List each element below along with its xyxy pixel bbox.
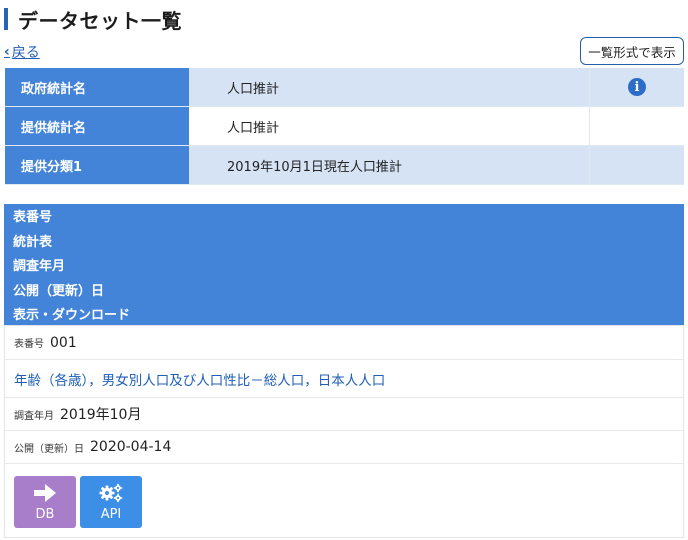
gears-icon xyxy=(98,482,124,504)
info-row-category: 提供分類1 2019年10月1日現在人口推計 xyxy=(5,146,684,185)
info-row-value: 2019年10月1日現在人口推計 xyxy=(189,146,589,184)
chevron-left-icon: ‹ xyxy=(4,44,10,60)
page-title: データセット一覧 xyxy=(18,8,182,33)
release-date-label: 公開（更新）日 xyxy=(14,443,84,455)
info-row-value: 人口推計 xyxy=(189,68,589,106)
info-row-gov-stat: 政府統計名 人口推計 i xyxy=(5,68,684,107)
table-number-label: 表番号 xyxy=(14,339,44,350)
stat-info-table: 政府統計名 人口推計 i 提供統計名 人口推計 提供分類1 2019年10月1日… xyxy=(5,68,684,185)
dataset-header: 表番号 統計表 調査年月 公開（更新）日 表示・ダウンロード xyxy=(4,204,684,325)
info-row-value: 人口推計 xyxy=(189,107,589,145)
survey-month-label: 調査年月 xyxy=(14,410,54,422)
title-accent-bar xyxy=(4,8,8,30)
dataset-item: 表番号 001 年齢（各歳），男女別人口及び人口性比－総人口，日本人人口 調査年… xyxy=(4,325,684,538)
api-button[interactable]: API xyxy=(80,476,142,528)
header-survey-month: 調査年月 xyxy=(13,259,66,274)
db-button[interactable]: DB xyxy=(14,476,76,528)
info-row-label: 提供分類1 xyxy=(5,146,189,184)
page-title-bar: データセット一覧 xyxy=(4,6,182,33)
header-stat-table: 統計表 xyxy=(13,234,53,250)
db-button-label: DB xyxy=(35,507,55,522)
table-title-link[interactable]: 年齢（各歳），男女別人口及び人口性比－総人口，日本人人口 xyxy=(14,369,385,389)
info-circle-icon[interactable]: i xyxy=(628,78,646,96)
info-row-label: 政府統計名 xyxy=(5,68,189,106)
table-number-line: 表番号 001 xyxy=(5,326,683,360)
back-link-label: 戻る xyxy=(11,45,40,61)
survey-month-value: 2019年10月 xyxy=(60,407,142,423)
arrow-right-icon xyxy=(33,482,57,504)
empty-cell xyxy=(589,146,684,184)
empty-cell xyxy=(589,107,684,145)
release-date-line: 公開（更新）日 2020-04-14 xyxy=(5,431,683,464)
info-row-label: 提供統計名 xyxy=(5,107,189,145)
table-title-line: 年齢（各歳），男女別人口及び人口性比－総人口，日本人人口 xyxy=(5,360,683,398)
survey-month-line: 調査年月 2019年10月 xyxy=(5,398,683,431)
action-buttons: DB API xyxy=(5,464,683,528)
list-format-button[interactable]: 一覧形式で表示 xyxy=(580,37,684,65)
release-date-value: 2020-04-14 xyxy=(90,439,172,455)
info-cell: i xyxy=(589,68,684,106)
header-table-number: 表番号 xyxy=(13,210,53,225)
info-row-provided-stat: 提供統計名 人口推計 xyxy=(5,107,684,146)
api-button-label: API xyxy=(100,507,122,522)
back-link[interactable]: ‹ 戻る xyxy=(4,42,40,62)
table-number-value: 001 xyxy=(50,334,77,351)
header-release-date: 公開（更新）日 xyxy=(13,283,105,299)
